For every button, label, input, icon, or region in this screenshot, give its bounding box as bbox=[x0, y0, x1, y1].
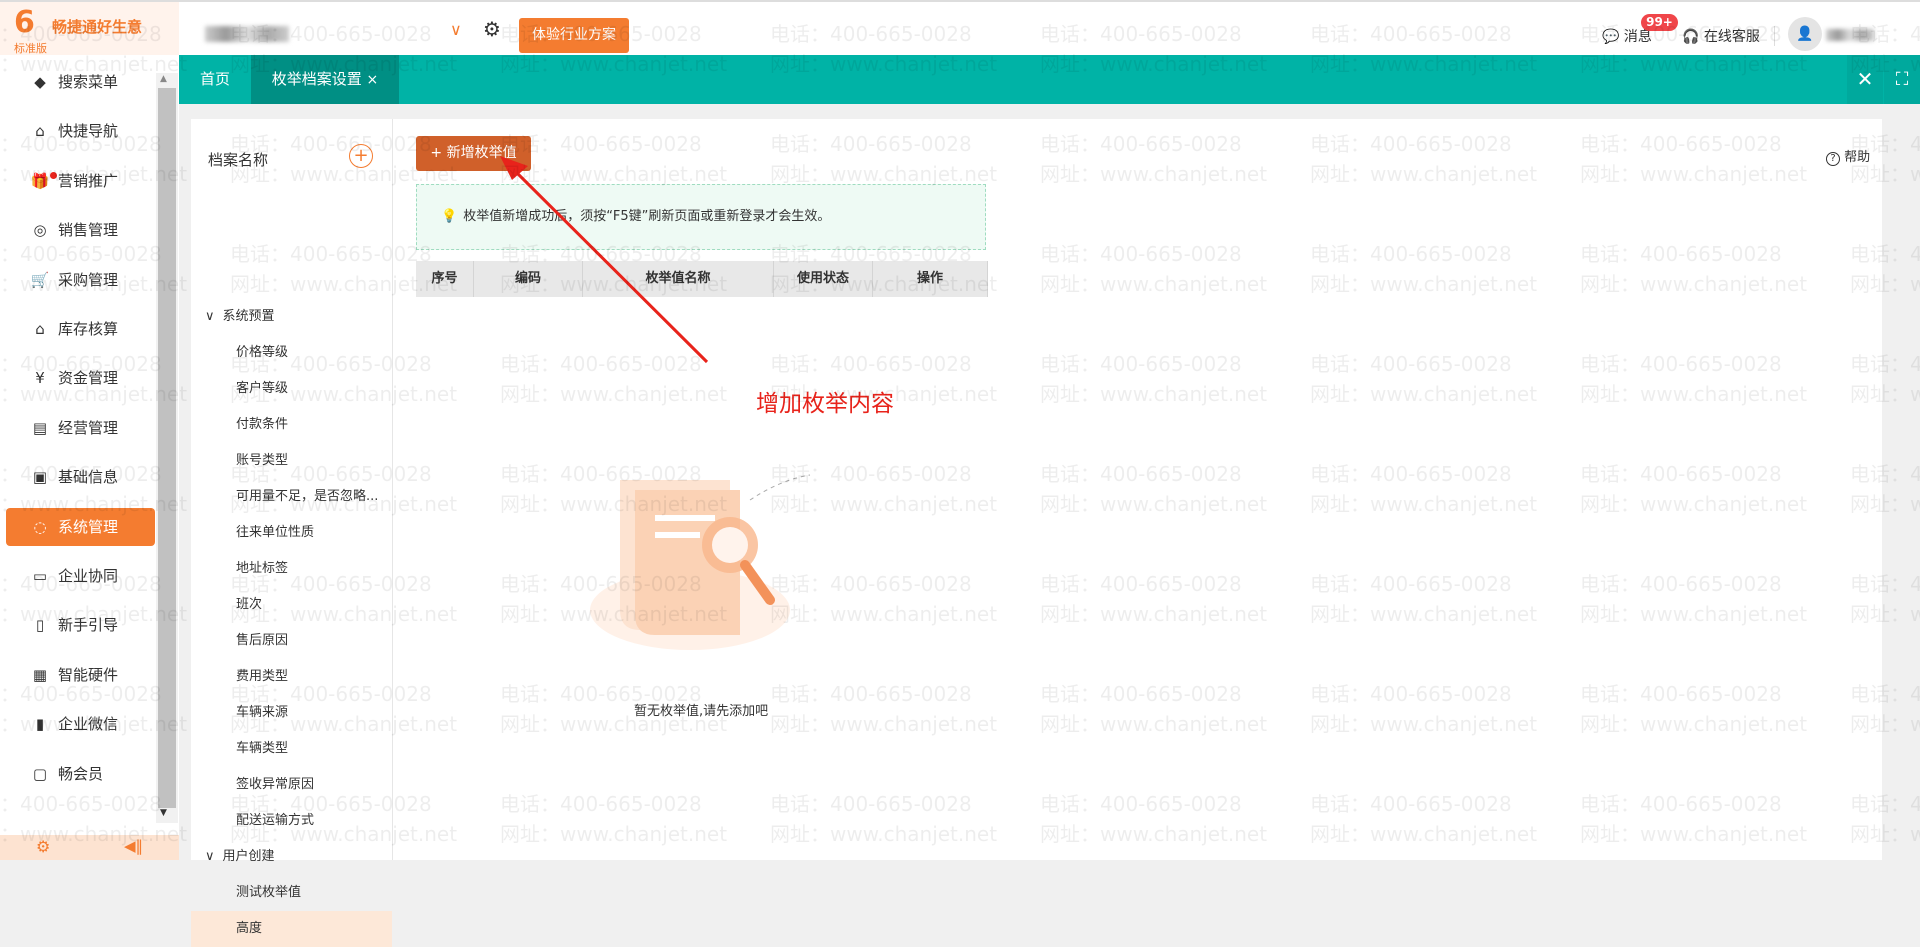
tree-item[interactable]: 测试枚举值 bbox=[191, 875, 392, 911]
tree-item[interactable]: 高度 bbox=[191, 911, 392, 947]
annotation-arrow bbox=[500, 156, 709, 364]
annotation-text: 增加枚举内容 bbox=[756, 391, 894, 417]
